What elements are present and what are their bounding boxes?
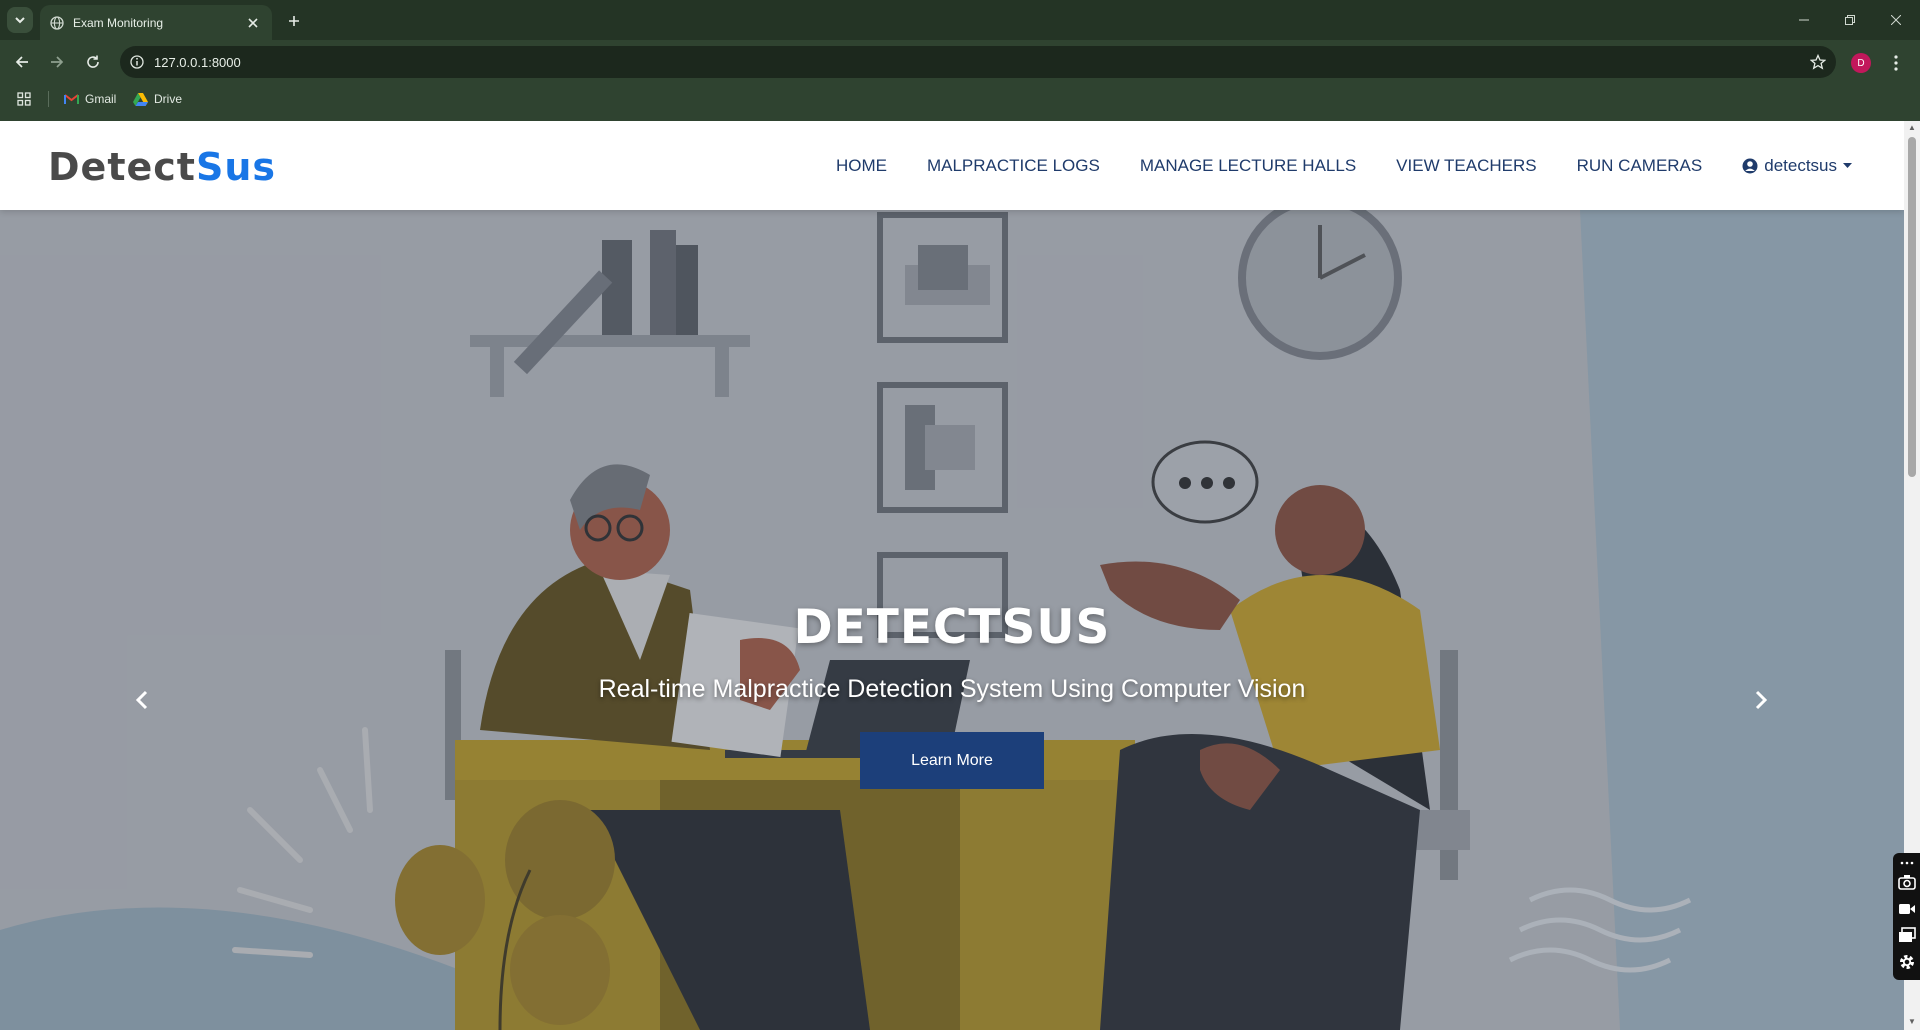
gmail-icon bbox=[64, 94, 79, 104]
bookmark-gmail[interactable]: Gmail bbox=[64, 89, 116, 109]
hero-carousel: DETECTSUS Real-time Malpractice Detectio… bbox=[0, 210, 1904, 1030]
user-circle-icon bbox=[1742, 158, 1758, 173]
carousel-next-button[interactable] bbox=[1743, 680, 1779, 720]
floating-capture-toolbar bbox=[1893, 853, 1920, 980]
user-name: detectsus bbox=[1764, 155, 1837, 175]
reload-button[interactable] bbox=[79, 48, 107, 76]
tab-search-button[interactable] bbox=[7, 7, 33, 33]
camera-icon bbox=[1898, 875, 1916, 890]
tab-strip: Exam Monitoring bbox=[0, 0, 1920, 40]
close-icon bbox=[248, 17, 258, 28]
bookmark-label: Gmail bbox=[85, 92, 117, 106]
record-video-button[interactable] bbox=[1898, 900, 1916, 918]
scroll-up-arrow[interactable]: ▲ bbox=[1907, 123, 1917, 133]
logo-text-sus: Sus bbox=[195, 145, 276, 189]
minimize-button[interactable] bbox=[1790, 8, 1818, 32]
arrow-right-icon bbox=[51, 56, 64, 68]
arrow-left-icon bbox=[15, 56, 28, 68]
user-dropdown[interactable]: detectsus bbox=[1742, 156, 1852, 176]
page-viewport: DetectSus HOME MALPRACTICE LOGS MANAGE L… bbox=[0, 121, 1904, 1030]
nav-home[interactable]: HOME bbox=[836, 156, 887, 176]
chevron-left-icon bbox=[135, 690, 148, 710]
restore-icon bbox=[1845, 15, 1855, 25]
more-vertical-icon bbox=[1894, 55, 1898, 71]
back-button[interactable] bbox=[8, 48, 36, 76]
nav-manage-lecture-halls[interactable]: MANAGE LECTURE HALLS bbox=[1140, 156, 1356, 176]
bookmark-drive[interactable]: Drive bbox=[133, 89, 182, 109]
windows-stack-icon bbox=[1899, 927, 1916, 942]
forward-button[interactable] bbox=[43, 48, 71, 76]
tab-title: Exam Monitoring bbox=[73, 15, 164, 30]
tab-close-button[interactable] bbox=[244, 14, 262, 32]
new-tab-button[interactable] bbox=[282, 9, 306, 33]
screenshot-button[interactable] bbox=[1898, 873, 1916, 891]
close-icon bbox=[1891, 15, 1901, 25]
browser-toolbar: 127.0.0.1:8000 D bbox=[0, 40, 1920, 84]
gear-icon bbox=[1900, 955, 1914, 969]
browser-chrome: Exam Monitoring 127.0.0.1:8000 D Gmail D… bbox=[0, 0, 1920, 121]
apps-grid-icon bbox=[17, 92, 31, 106]
nav-run-cameras[interactable]: RUN CAMERAS bbox=[1577, 156, 1703, 176]
window-capture-button[interactable] bbox=[1898, 926, 1916, 944]
restore-button[interactable] bbox=[1836, 8, 1864, 32]
address-bar[interactable]: 127.0.0.1:8000 bbox=[120, 46, 1836, 78]
apps-button[interactable] bbox=[17, 92, 31, 111]
bookmarks-divider bbox=[48, 91, 49, 107]
tab-exam-monitoring[interactable]: Exam Monitoring bbox=[40, 5, 272, 40]
browser-menu-button[interactable] bbox=[1884, 51, 1908, 75]
toolbar-handle[interactable] bbox=[1898, 857, 1916, 869]
bookmarks-bar: Gmail Drive bbox=[0, 84, 1920, 114]
plus-icon bbox=[289, 16, 299, 26]
bookmark-label: Drive bbox=[154, 92, 183, 106]
globe-icon bbox=[50, 15, 64, 30]
star-icon[interactable] bbox=[1810, 54, 1826, 70]
caret-down-icon bbox=[1843, 162, 1852, 168]
info-icon[interactable] bbox=[130, 55, 144, 69]
nav-view-teachers[interactable]: VIEW TEACHERS bbox=[1396, 156, 1536, 176]
scroll-down-arrow[interactable]: ▼ bbox=[1907, 1017, 1917, 1027]
url-text[interactable]: 127.0.0.1:8000 bbox=[154, 55, 1800, 70]
logo-text-detect: Detect bbox=[48, 145, 196, 189]
learn-more-button[interactable]: Learn More bbox=[860, 732, 1044, 789]
reload-icon bbox=[87, 55, 99, 68]
site-navbar: DetectSus HOME MALPRACTICE LOGS MANAGE L… bbox=[0, 121, 1904, 210]
carousel-prev-button[interactable] bbox=[124, 680, 160, 720]
chevron-right-icon bbox=[1755, 690, 1768, 710]
nav-malpractice-logs[interactable]: MALPRACTICE LOGS bbox=[927, 156, 1100, 176]
chevron-down-icon bbox=[15, 17, 25, 24]
hero-subtitle: Real-time Malpractice Detection System U… bbox=[598, 675, 1306, 703]
site-logo[interactable]: DetectSus bbox=[48, 145, 276, 189]
nav-links: HOME MALPRACTICE LOGS MANAGE LECTURE HAL… bbox=[836, 121, 1852, 210]
scrollbar-thumb[interactable] bbox=[1908, 137, 1916, 477]
minimize-icon bbox=[1799, 19, 1809, 21]
video-camera-icon bbox=[1899, 904, 1915, 914]
profile-avatar[interactable]: D bbox=[1851, 53, 1871, 73]
hero-title: DETECTSUS bbox=[793, 600, 1111, 655]
drive-icon bbox=[133, 92, 148, 106]
window-close-button[interactable] bbox=[1882, 8, 1910, 32]
settings-button[interactable] bbox=[1898, 953, 1916, 971]
more-horizontal-icon bbox=[1900, 861, 1914, 865]
